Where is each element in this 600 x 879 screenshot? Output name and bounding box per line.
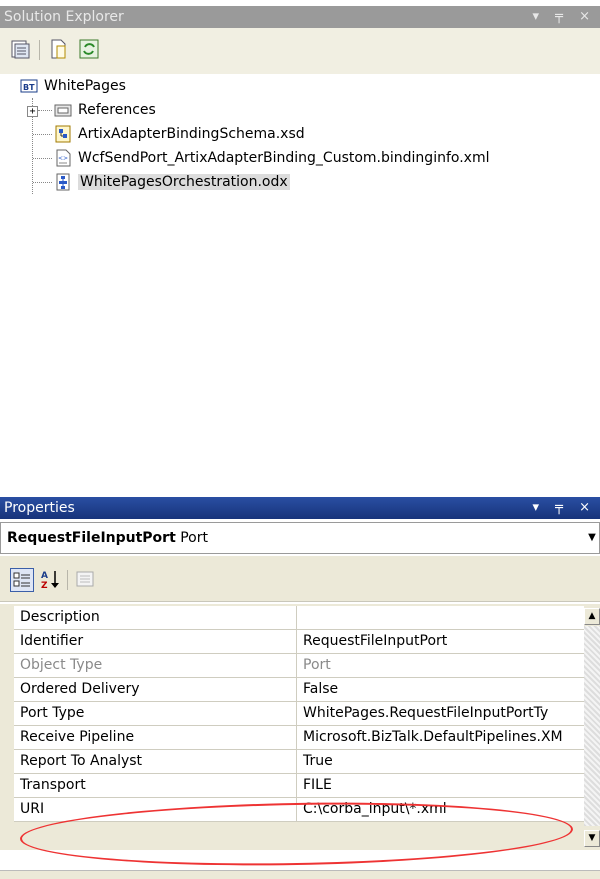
window-controls[interactable]: ▾ ╤ × (532, 6, 596, 28)
object-selector[interactable]: RequestFileInputPort Port ▼ (0, 522, 600, 554)
property-name: Description (14, 606, 297, 629)
biztalk-project-icon: BT (20, 77, 38, 95)
property-value: Port (303, 657, 331, 673)
property-value[interactable]: Microsoft.BizTalk.DefaultPipelines.XM (297, 726, 584, 749)
property-value[interactable]: False (297, 678, 584, 701)
property-row-transport[interactable]: Transport FILE (14, 774, 584, 798)
property-name: Port Type (14, 702, 297, 725)
property-grid: Description Identifier RequestFileInputP… (0, 604, 600, 850)
solution-explorer-title-bar: Solution Explorer ▾ ╤ × (0, 6, 600, 28)
tree-item-label-selected: WhitePagesOrchestration.odx (78, 174, 290, 190)
object-type: Port (180, 530, 208, 546)
object-name: RequestFileInputPort (7, 530, 176, 546)
svg-text:BT: BT (23, 83, 35, 92)
tree-line (33, 182, 52, 183)
property-row-receive-pipeline[interactable]: Receive Pipeline Microsoft.BizTalk.Defau… (14, 726, 584, 750)
scroll-up-icon[interactable]: ▲ (584, 608, 600, 625)
properties-title: Properties (4, 500, 75, 516)
show-all-files-icon[interactable] (48, 38, 70, 60)
refresh-icon[interactable] (78, 38, 100, 60)
property-value[interactable]: FILE (297, 774, 584, 797)
property-value[interactable]: C:\corba_input\*.xml (297, 798, 584, 821)
property-row-report-to-analyst[interactable]: Report To Analyst True (14, 750, 584, 774)
expand-toggle[interactable]: + (27, 106, 38, 117)
property-name: Report To Analyst (14, 750, 297, 773)
svg-text:Z: Z (41, 581, 48, 590)
tree-node-bindinginfo[interactable]: <> WcfSendPort_ArtixAdapterBinding_Custo… (54, 146, 489, 170)
property-name: URI (14, 798, 297, 821)
svg-text:<>: <> (58, 155, 68, 162)
tree-line (33, 134, 52, 135)
property-value[interactable]: WhitePages.RequestFileInputPortTy (297, 702, 584, 725)
scroll-down-icon[interactable]: ▼ (584, 830, 600, 847)
property-name: Object Type (14, 654, 297, 677)
property-pages-icon[interactable] (74, 568, 96, 590)
tree-item-label: ArtixAdapterBindingSchema.xsd (78, 126, 305, 142)
vertical-scrollbar[interactable]: ▲ ▼ (584, 604, 600, 850)
references-icon (54, 101, 72, 119)
tree-node-references[interactable]: References (54, 98, 156, 122)
property-name: Transport (14, 774, 297, 797)
tree-node-orchestration[interactable]: WhitePagesOrchestration.odx (54, 170, 290, 194)
project-label: WhitePages (44, 78, 126, 94)
window-controls[interactable]: ▾ ╤ × (532, 497, 596, 519)
property-row-description[interactable]: Description (14, 606, 584, 630)
properties-icon[interactable] (10, 38, 32, 60)
toolbar-separator (39, 40, 40, 60)
schema-icon (54, 125, 72, 143)
property-value[interactable]: RequestFileInputPort (297, 630, 584, 653)
properties-toolbar: AZ (0, 556, 600, 602)
tree-node-project[interactable]: BT WhitePages (20, 74, 126, 98)
property-value[interactable] (297, 606, 584, 629)
property-value[interactable]: True (297, 750, 584, 773)
tree-item-label: WcfSendPort_ArtixAdapterBinding_Custom.b… (78, 150, 490, 166)
solution-explorer-toolbar (0, 28, 600, 74)
property-name: Receive Pipeline (14, 726, 297, 749)
property-row-identifier[interactable]: Identifier RequestFileInputPort (14, 630, 584, 654)
property-row-uri[interactable]: URI C:\corba_input\*.xml (14, 798, 584, 822)
property-row-ordered-delivery[interactable]: Ordered Delivery False (14, 678, 584, 702)
tree-line (38, 110, 52, 111)
categorized-icon[interactable] (10, 568, 34, 592)
chevron-down-icon[interactable]: ▼ (585, 523, 599, 553)
alphabetical-icon[interactable]: AZ (40, 568, 62, 591)
svg-text:A: A (41, 571, 48, 581)
scrollbar-track[interactable] (584, 626, 600, 826)
toolbar-separator (67, 570, 68, 590)
property-row-port-type[interactable]: Port Type WhitePages.RequestFileInputPor… (14, 702, 584, 726)
property-name: Identifier (14, 630, 297, 653)
solution-explorer-title: Solution Explorer (4, 9, 124, 25)
xml-file-icon: <> (54, 149, 72, 167)
tree-node-schema[interactable]: ArtixAdapterBindingSchema.xsd (54, 122, 305, 146)
tree-item-label: References (78, 102, 156, 118)
property-name: Ordered Delivery (14, 678, 297, 701)
orchestration-icon (54, 173, 72, 191)
properties-title-bar: Properties ▾ ╤ × (0, 497, 600, 519)
property-row-object-type[interactable]: Object Type Port (14, 654, 584, 678)
tree-line (33, 158, 52, 159)
